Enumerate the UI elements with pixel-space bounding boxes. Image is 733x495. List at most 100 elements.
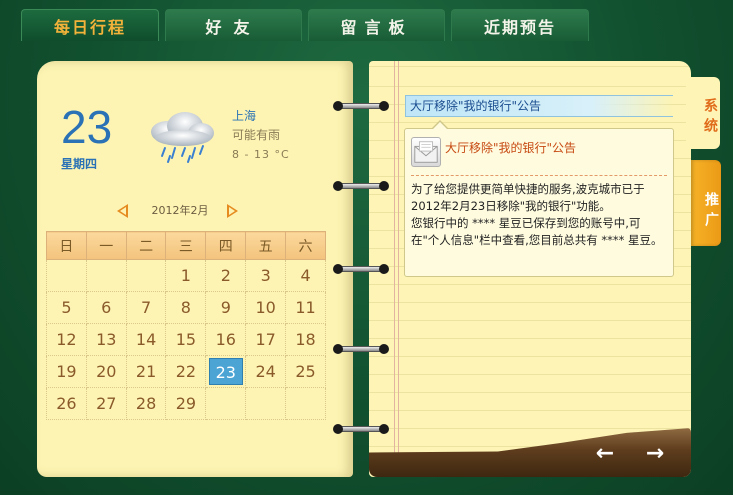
- calendar-day-label: 27: [96, 394, 117, 413]
- calendar-day-label: 16: [215, 330, 236, 349]
- calendar-week-row: 5 6 7 8 9 10 11: [46, 291, 326, 324]
- cloud-rain-icon: [151, 112, 214, 163]
- calendar-week-row: 26 27 28 29: [46, 387, 326, 420]
- month-label: 2012年2月: [151, 204, 209, 217]
- calendar-grid: 日一二三四五六 1 2 3 4 5 6 7 8 9 10 11 12 13 14 15 16 17 18 19 20 2…: [46, 231, 326, 420]
- calendar-day-label: 13: [96, 330, 117, 349]
- calendar-day-today[interactable]: 23: [205, 355, 247, 388]
- calendar-day[interactable]: 11: [285, 291, 326, 324]
- calendar-day[interactable]: 6: [85, 291, 127, 324]
- calendar-day[interactable]: 20: [85, 355, 127, 388]
- calendar-day[interactable]: 2: [205, 259, 247, 292]
- binder-ring: [333, 181, 389, 191]
- calendar-week-row: 12 13 14 15 16 17 18: [46, 323, 326, 356]
- calendar-day-label: 26: [56, 394, 77, 413]
- notice-popup: 大厅移除"我的银行"公告 为了给您提供更简单快捷的服务,波克城市已于2012年2…: [404, 120, 674, 277]
- weekday-header: 六: [285, 231, 326, 260]
- calendar-day[interactable]: 14: [125, 323, 167, 356]
- calendar-day[interactable]: 9: [205, 291, 247, 324]
- weekday-label: 星期四: [61, 157, 98, 171]
- calendar-day[interactable]: 13: [85, 323, 127, 356]
- calendar-day[interactable]: 12: [46, 323, 87, 356]
- calendar-day[interactable]: 16: [205, 323, 247, 356]
- calendar-day[interactable]: 22: [165, 355, 207, 388]
- calendar-day[interactable]: 3: [245, 259, 287, 292]
- calendar-day[interactable]: 15: [165, 323, 207, 356]
- calendar-empty-cell: [285, 387, 326, 420]
- diary-window: 每日行程 好友 留言板 近期预告 23 星期四 上海 可能有雨 8 - 13 °…: [0, 0, 733, 495]
- calendar-day[interactable]: 21: [125, 355, 167, 388]
- calendar-day[interactable]: 8: [165, 291, 207, 324]
- calendar-day-label: 7: [140, 298, 152, 317]
- calendar-day-label: 22: [175, 362, 197, 381]
- calendar-day-label: 11: [295, 298, 316, 317]
- weekday-header: 三: [165, 231, 207, 260]
- weekday-header: 二: [125, 231, 167, 260]
- tab-upcoming[interactable]: 近期预告: [451, 9, 589, 41]
- calendar-empty-cell: [85, 259, 127, 292]
- calendar-day[interactable]: 18: [285, 323, 326, 356]
- calendar-day[interactable]: 29: [165, 387, 207, 420]
- weekday-header: 四: [205, 231, 247, 260]
- calendar-empty-cell: [125, 259, 167, 292]
- calendar-day-label: 19: [56, 362, 77, 381]
- calendar-day-label: 5: [61, 298, 72, 317]
- calendar-day-label: 15: [175, 330, 197, 349]
- calendar-day[interactable]: 1: [165, 259, 207, 292]
- page-forward-icon[interactable]: →: [642, 443, 668, 465]
- divider: [411, 175, 667, 176]
- calendar-day[interactable]: 17: [245, 323, 287, 356]
- page-back-icon[interactable]: ←: [592, 443, 618, 465]
- page-margin-line: [394, 61, 395, 477]
- calendar-day[interactable]: 7: [125, 291, 167, 324]
- calendar-day-label: 9: [220, 298, 231, 317]
- calendar-day-label: 4: [300, 266, 311, 285]
- calendar-day-label: 14: [135, 330, 157, 349]
- calendar-day[interactable]: 26: [46, 387, 87, 420]
- calendar-day[interactable]: 25: [285, 355, 326, 388]
- calendar-day[interactable]: 19: [46, 355, 87, 388]
- weekday-header: 一: [85, 231, 127, 260]
- calendar-day[interactable]: 4: [285, 259, 326, 292]
- notice-title-link[interactable]: 大厅移除"我的银行"公告: [405, 95, 673, 117]
- calendar-day-label: 25: [295, 362, 316, 381]
- calendar-week-row: 19 20 21 22 23 24 25: [46, 355, 326, 388]
- mail-icon: [411, 137, 441, 167]
- calendar-day-label: 8: [180, 298, 191, 317]
- weather-city: 上海: [232, 109, 257, 123]
- weekday-header: 日: [46, 231, 87, 260]
- weekday-header: 五: [245, 231, 287, 260]
- calendar-day[interactable]: 24: [245, 355, 287, 388]
- calendar-day[interactable]: 5: [46, 291, 87, 324]
- calendar-day-label: 2: [220, 266, 231, 285]
- calendar-day-label: 23: [208, 358, 243, 385]
- calendar-week-row: 1 2 3 4: [46, 259, 326, 292]
- calendar-day-label: 1: [180, 266, 191, 285]
- calendar-day[interactable]: 28: [125, 387, 167, 420]
- calendar-day[interactable]: 27: [85, 387, 127, 420]
- tab-daily-schedule[interactable]: 每日行程: [21, 9, 159, 41]
- notice-popup-title: 大厅移除"我的银行"公告: [445, 141, 577, 155]
- side-tab-promo[interactable]: 推广: [691, 160, 721, 246]
- calendar-day-label: 21: [135, 362, 157, 381]
- calendar-day-label: 28: [135, 394, 157, 413]
- tab-friends[interactable]: 好友: [165, 9, 302, 41]
- prev-month-icon[interactable]: [117, 204, 128, 218]
- tab-message-board[interactable]: 留言板: [308, 9, 445, 41]
- calendar-day-label: 20: [96, 362, 117, 381]
- calendar-day[interactable]: 10: [245, 291, 287, 324]
- next-month-icon[interactable]: [227, 204, 238, 218]
- weather-forecast: 可能有雨: [232, 128, 281, 142]
- calendar-day-label: 17: [255, 330, 276, 349]
- day-number: 23: [61, 101, 113, 153]
- calendar-day-label: 6: [101, 298, 112, 317]
- notice-body: 为了给您提供更简单快捷的服务,波克城市已于2012年2月23日移除"我的银行"功…: [411, 182, 663, 247]
- binder-ring: [333, 344, 389, 354]
- side-tab-system[interactable]: 系统: [686, 77, 720, 149]
- calendar-day-label: 3: [260, 266, 271, 285]
- calendar-day-label: 18: [295, 330, 316, 349]
- binder-ring: [333, 264, 389, 274]
- calendar-day-label: 12: [56, 330, 77, 349]
- calendar-empty-cell: [245, 387, 287, 420]
- page-margin-line: [398, 61, 399, 477]
